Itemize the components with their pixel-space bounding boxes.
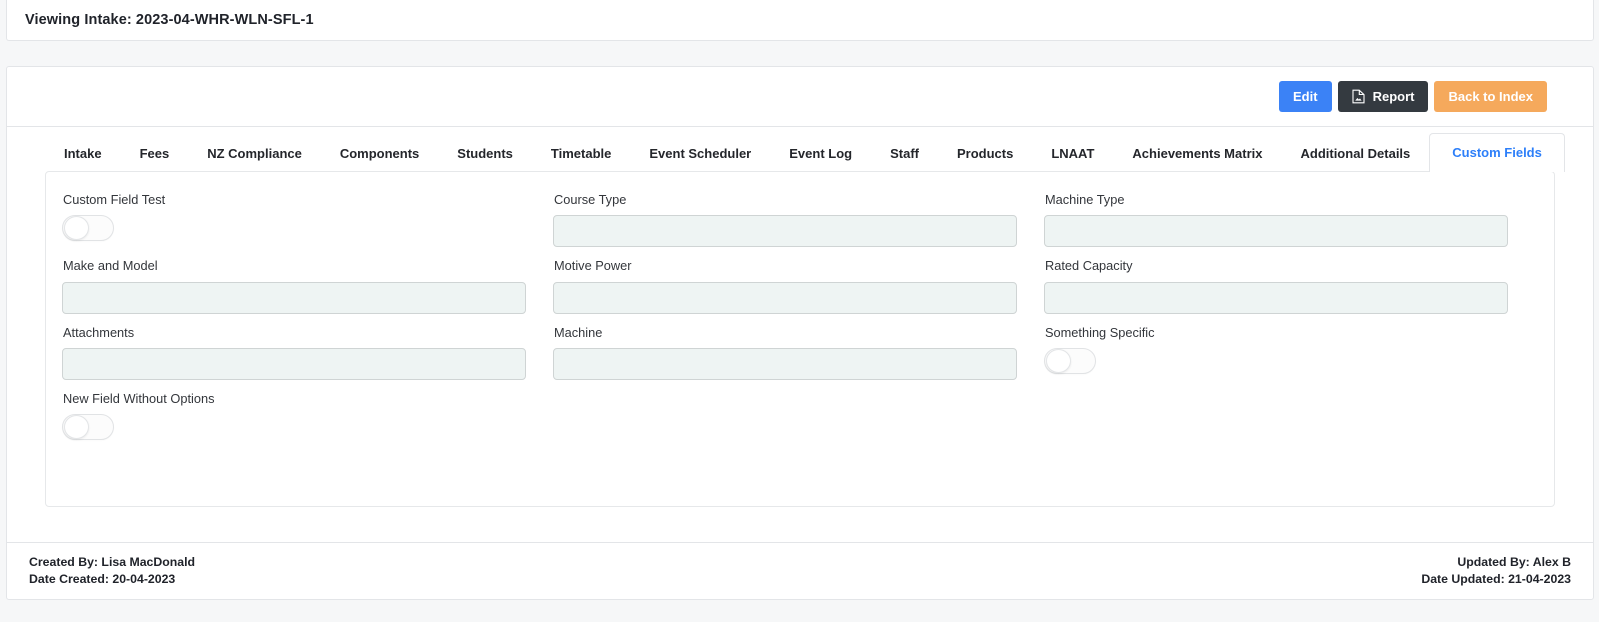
tab-label: Achievements Matrix	[1132, 146, 1263, 161]
tab-label: Additional Details	[1300, 146, 1411, 161]
report-button-label: Report	[1372, 89, 1415, 104]
field-attachments: Attachments	[62, 325, 553, 391]
field-new-field-without-options: New Field Without Options	[62, 391, 553, 451]
field-make-and-model: Make and Model	[62, 258, 553, 324]
date-updated-text: Date Updated: 21-04-2023	[1421, 572, 1571, 586]
field-label: Machine	[554, 324, 603, 340]
tab-label: Components	[339, 146, 420, 161]
input-machine[interactable]	[553, 348, 1017, 381]
tab-label: Event Scheduler	[649, 146, 752, 161]
tab-label: Fees	[139, 146, 170, 161]
tab-label: Staff	[890, 146, 919, 161]
tab-students[interactable]: Students	[438, 135, 532, 172]
field-motive-power: Motive Power	[553, 258, 1044, 324]
tab-label: Intake	[64, 146, 102, 161]
toggle-knob	[1046, 349, 1071, 374]
field-label: Motive Power	[554, 258, 632, 274]
input-course-type[interactable]	[553, 215, 1017, 248]
field-machine-type: Machine Type	[1044, 192, 1535, 258]
tab-products[interactable]: Products	[938, 135, 1032, 172]
field-label: Make and Model	[63, 258, 158, 274]
field-machine: Machine	[553, 325, 1044, 391]
tab-components[interactable]: Components	[321, 135, 438, 172]
tab-event-scheduler[interactable]: Event Scheduler	[630, 135, 770, 172]
field-custom-field-test: Custom Field Test	[62, 192, 553, 258]
field-something-specific: Something Specific	[1044, 325, 1535, 391]
field-label: Course Type	[554, 192, 627, 207]
toggle-knob	[64, 216, 89, 241]
toggle-knob	[64, 415, 89, 440]
tab-bar: Intake Fees NZ Compliance Components Student…	[7, 127, 1593, 172]
tab-event-log[interactable]: Event Log	[770, 135, 871, 172]
custom-fields-grid: Custom Field Test Course Type Machine Type…	[62, 192, 1534, 451]
field-label: Rated Capacity	[1045, 258, 1133, 274]
field-label: Custom Field Test	[63, 192, 166, 207]
field-label: Attachments	[63, 324, 135, 340]
toggle-new-field-without-options[interactable]	[62, 414, 114, 441]
updated-by-text: Updated By: Alex B	[1457, 554, 1571, 569]
created-by-text: Created By: Lisa MacDonald	[29, 554, 196, 569]
intake-detail-card: Edit Report Back to Index Intake Fees NZ C…	[6, 66, 1594, 600]
tab-custom-fields[interactable]: Custom Fields	[1429, 133, 1565, 172]
edit-button[interactable]: Edit	[1279, 81, 1332, 112]
input-machine-type[interactable]	[1044, 215, 1508, 248]
toggle-custom-field-test[interactable]	[62, 215, 114, 242]
back-to-index-label: Back to Index	[1448, 89, 1533, 104]
field-label: Machine Type	[1045, 192, 1125, 207]
edit-button-label: Edit	[1293, 89, 1318, 104]
created-info: Created By: Lisa MacDonald Date Created:…	[29, 554, 195, 589]
tab-achievements-matrix[interactable]: Achievements Matrix	[1113, 135, 1281, 172]
report-button[interactable]: Report	[1337, 81, 1429, 112]
intake-title-card: Viewing Intake: 2023-04-WHR-WLN-SFL-1	[6, 0, 1594, 41]
app-page: Viewing Intake: 2023-04-WHR-WLN-SFL-1 Ed…	[0, 0, 1599, 622]
page-title: Viewing Intake: 2023-04-WHR-WLN-SFL-1	[25, 12, 314, 28]
date-created-text: Date Created: 20-04-2023	[29, 572, 176, 586]
tab-timetable[interactable]: Timetable	[532, 135, 630, 172]
card-action-bar: Edit Report Back to Index	[7, 67, 1593, 127]
tab-label: Timetable	[550, 146, 612, 161]
tab-fees[interactable]: Fees	[121, 135, 189, 172]
toggle-something-specific[interactable]	[1044, 348, 1096, 375]
input-rated-capacity[interactable]	[1044, 281, 1508, 314]
tab-label: Students	[457, 146, 513, 161]
tab-label: Custom Fields	[1452, 145, 1542, 160]
field-rated-capacity: Rated Capacity	[1044, 258, 1535, 324]
tab-label: Products	[956, 146, 1014, 161]
field-label: Something Specific	[1045, 324, 1155, 340]
tab-staff[interactable]: Staff	[871, 135, 938, 172]
tab-lnaat[interactable]: LNAAT	[1032, 135, 1113, 172]
tab-label: NZ Compliance	[207, 146, 302, 161]
tab-label: LNAAT	[1051, 146, 1095, 161]
back-to-index-button[interactable]: Back to Index	[1434, 81, 1547, 112]
tabs-region: Intake Fees NZ Compliance Components Student…	[7, 127, 1593, 507]
input-make-and-model[interactable]	[62, 281, 526, 314]
pdf-file-icon	[1352, 89, 1365, 104]
record-meta-footer: Created By: Lisa MacDonald Date Created:…	[7, 542, 1593, 599]
tab-intake[interactable]: Intake	[45, 135, 121, 172]
field-course-type: Course Type	[553, 192, 1044, 258]
updated-info: Updated By: Alex B Date Updated: 21-04-2…	[1421, 554, 1571, 589]
tab-nz-compliance[interactable]: NZ Compliance	[188, 135, 321, 172]
custom-fields-panel: Custom Field Test Course Type Machine Type…	[45, 171, 1555, 507]
field-label: New Field Without Options	[63, 391, 215, 407]
input-motive-power[interactable]	[553, 281, 1017, 314]
tab-additional-details[interactable]: Additional Details	[1281, 135, 1429, 172]
tab-label: Event Log	[789, 146, 853, 161]
input-attachments[interactable]	[62, 348, 526, 381]
